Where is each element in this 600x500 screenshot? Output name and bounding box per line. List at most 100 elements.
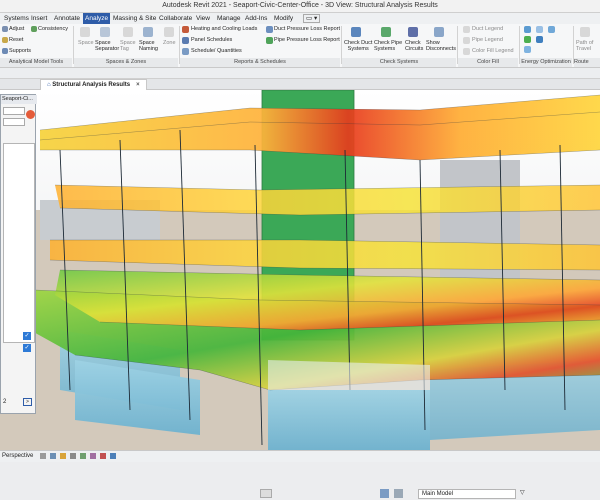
space-separator-icon xyxy=(100,27,110,37)
reset-button[interactable]: Reset xyxy=(9,37,23,43)
energy-optimize-icon[interactable] xyxy=(548,26,555,33)
show-disconnects-icon xyxy=(434,27,444,37)
pipe-legend-button[interactable]: Pipe Legend xyxy=(472,37,503,43)
tab-insert[interactable]: Insert xyxy=(29,13,49,24)
color-fill-legend-icon xyxy=(463,48,470,55)
duct-pressure-icon xyxy=(266,26,273,33)
tab-analyze[interactable]: Analyze xyxy=(83,13,111,24)
glazing-front-right xyxy=(268,390,430,450)
panel-analytical-model-tools: Analytical Model Tools xyxy=(0,58,72,67)
view-mode-label[interactable]: Perspective xyxy=(2,453,33,459)
space-naming-icon xyxy=(143,27,153,37)
dialog-dropdown[interactable] xyxy=(3,118,25,126)
duct-pressure-loss-report-button[interactable]: Duct Pressure Loss Report xyxy=(274,26,340,32)
ribbon: Adjust Consistency Reset Supports Analyt… xyxy=(0,24,600,68)
temporary-hide-icon[interactable] xyxy=(100,453,106,459)
tab-collaborate[interactable]: Collaborate xyxy=(157,13,194,24)
check-pipe-systems-icon xyxy=(381,27,391,37)
close-icon[interactable]: × xyxy=(136,82,140,88)
duct-legend-icon xyxy=(463,26,470,33)
select-links-icon[interactable] xyxy=(394,489,403,498)
zone-button[interactable]: Zone xyxy=(163,40,176,46)
panel-spaces-zones: Spaces & Zones xyxy=(74,58,178,67)
pipe-pressure-icon xyxy=(266,37,273,44)
shadows-icon[interactable] xyxy=(70,453,76,459)
render-icon[interactable] xyxy=(80,453,86,459)
window-title: Autodesk Revit 2021 - Seaport-Civic-Cent… xyxy=(162,2,438,9)
energy-model-icon[interactable] xyxy=(524,46,531,53)
check-pipe-systems-button[interactable]: Check Pipe Systems xyxy=(374,40,402,52)
reset-icon xyxy=(2,37,8,43)
schedule-quantities-button[interactable]: Schedule/ Quantities xyxy=(191,48,242,54)
detail-level-icon[interactable] xyxy=(40,453,46,459)
show-disconnects-button[interactable]: Show Disconnects xyxy=(426,40,456,52)
core-wall xyxy=(268,360,430,390)
tab-structural-analysis-results[interactable]: ⌂ Structural Analysis Results × xyxy=(40,79,147,90)
options-bar xyxy=(0,68,600,79)
checkbox-icon[interactable]: ✓ xyxy=(23,332,31,340)
checkbox-icon[interactable]: ✓ xyxy=(23,344,31,352)
tab-massing-site[interactable]: Massing & Site xyxy=(111,13,158,24)
color-fill-legend-button[interactable]: Color Fill Legend xyxy=(472,48,514,54)
tab-annotate[interactable]: Annotate xyxy=(52,13,82,24)
tab-add-ins[interactable]: Add-Ins xyxy=(243,13,269,24)
check-duct-systems-button[interactable]: Check Duct Systems xyxy=(344,40,372,52)
lock-view-icon[interactable] xyxy=(90,453,96,459)
panel-reports-schedules: Reports & Schedules xyxy=(180,58,340,67)
pipe-pressure-loss-report-button[interactable]: Pipe Pressure Loss Report xyxy=(274,37,340,43)
path-of-travel-button[interactable]: Path of Travel xyxy=(576,40,593,52)
design-option-select[interactable]: Main Model xyxy=(418,489,516,499)
document-tabs: ⌂ Structural Analysis Results × xyxy=(0,79,600,90)
space-naming-button[interactable]: Space Naming xyxy=(139,40,158,52)
visual-style-icon[interactable] xyxy=(50,453,56,459)
check-circuits-icon xyxy=(408,27,418,37)
tab-manage[interactable]: Manage xyxy=(215,13,243,24)
panel-color-fill: Color Fill xyxy=(458,58,518,67)
dialog-apply-button[interactable]: > xyxy=(23,398,32,406)
space-tag-icon xyxy=(123,27,133,37)
dialog-value: 2 xyxy=(3,399,7,405)
tab-systems[interactable]: Systems xyxy=(2,13,31,24)
panel-check-systems: Check Systems xyxy=(342,58,456,67)
space-icon xyxy=(80,27,90,37)
zone-icon xyxy=(164,27,174,37)
space-button[interactable]: Space xyxy=(78,40,94,46)
view-control-bar: Perspective xyxy=(0,450,600,462)
energy-settings-icon[interactable] xyxy=(524,36,531,43)
ribbon-tabs: Systems Insert Annotate Analyze Massing … xyxy=(0,13,600,24)
duct-legend-button[interactable]: Duct Legend xyxy=(472,26,503,32)
dialog-dropdown[interactable] xyxy=(3,107,25,115)
heating-cooling-loads-button[interactable]: Heating and Cooling Loads xyxy=(191,26,257,32)
supports-button[interactable]: Supports xyxy=(9,48,31,54)
path-of-travel-icon xyxy=(580,27,590,37)
reveal-hidden-icon[interactable] xyxy=(110,453,116,459)
3d-viewport[interactable] xyxy=(0,90,600,450)
space-tag-button[interactable]: Space Tag xyxy=(120,40,136,52)
workset-icon[interactable] xyxy=(260,489,272,498)
design-options-icon[interactable] xyxy=(380,489,389,498)
energy-insight-icon[interactable] xyxy=(536,26,543,33)
adjust-button[interactable]: Adjust xyxy=(9,26,24,32)
tab-modify[interactable]: Modify xyxy=(272,13,295,24)
title-bar: Autodesk Revit 2021 - Seaport-Civic-Cent… xyxy=(0,0,600,13)
filter-icon[interactable]: ▽ xyxy=(520,489,528,498)
energy-generate-icon[interactable] xyxy=(536,36,543,43)
heating-cooling-icon xyxy=(182,26,189,33)
consistency-button[interactable]: Consistency xyxy=(38,26,68,32)
panel-schedules-button[interactable]: Panel Schedules xyxy=(191,37,232,43)
energy-icon[interactable] xyxy=(524,26,531,33)
supports-icon xyxy=(2,48,8,54)
dialog-title[interactable]: Seaport-Ci... xyxy=(1,95,37,104)
level-2-slab xyxy=(55,270,600,330)
dialog-list[interactable] xyxy=(3,143,35,343)
panel-schedules-icon xyxy=(182,37,189,44)
adjust-icon xyxy=(2,26,8,32)
ribbon-options-icon[interactable]: ▭ ▾ xyxy=(303,14,321,23)
check-circuits-button[interactable]: Check Circuits xyxy=(405,40,423,52)
color-wheel-icon[interactable] xyxy=(26,110,35,119)
schedule-icon xyxy=(182,48,189,55)
sun-path-icon[interactable] xyxy=(60,453,66,459)
properties-dialog[interactable]: Seaport-Ci... ✓ ✓ 2 > xyxy=(0,94,37,414)
tab-view[interactable]: View xyxy=(194,13,212,24)
space-separator-button[interactable]: Space Separator xyxy=(95,40,119,52)
